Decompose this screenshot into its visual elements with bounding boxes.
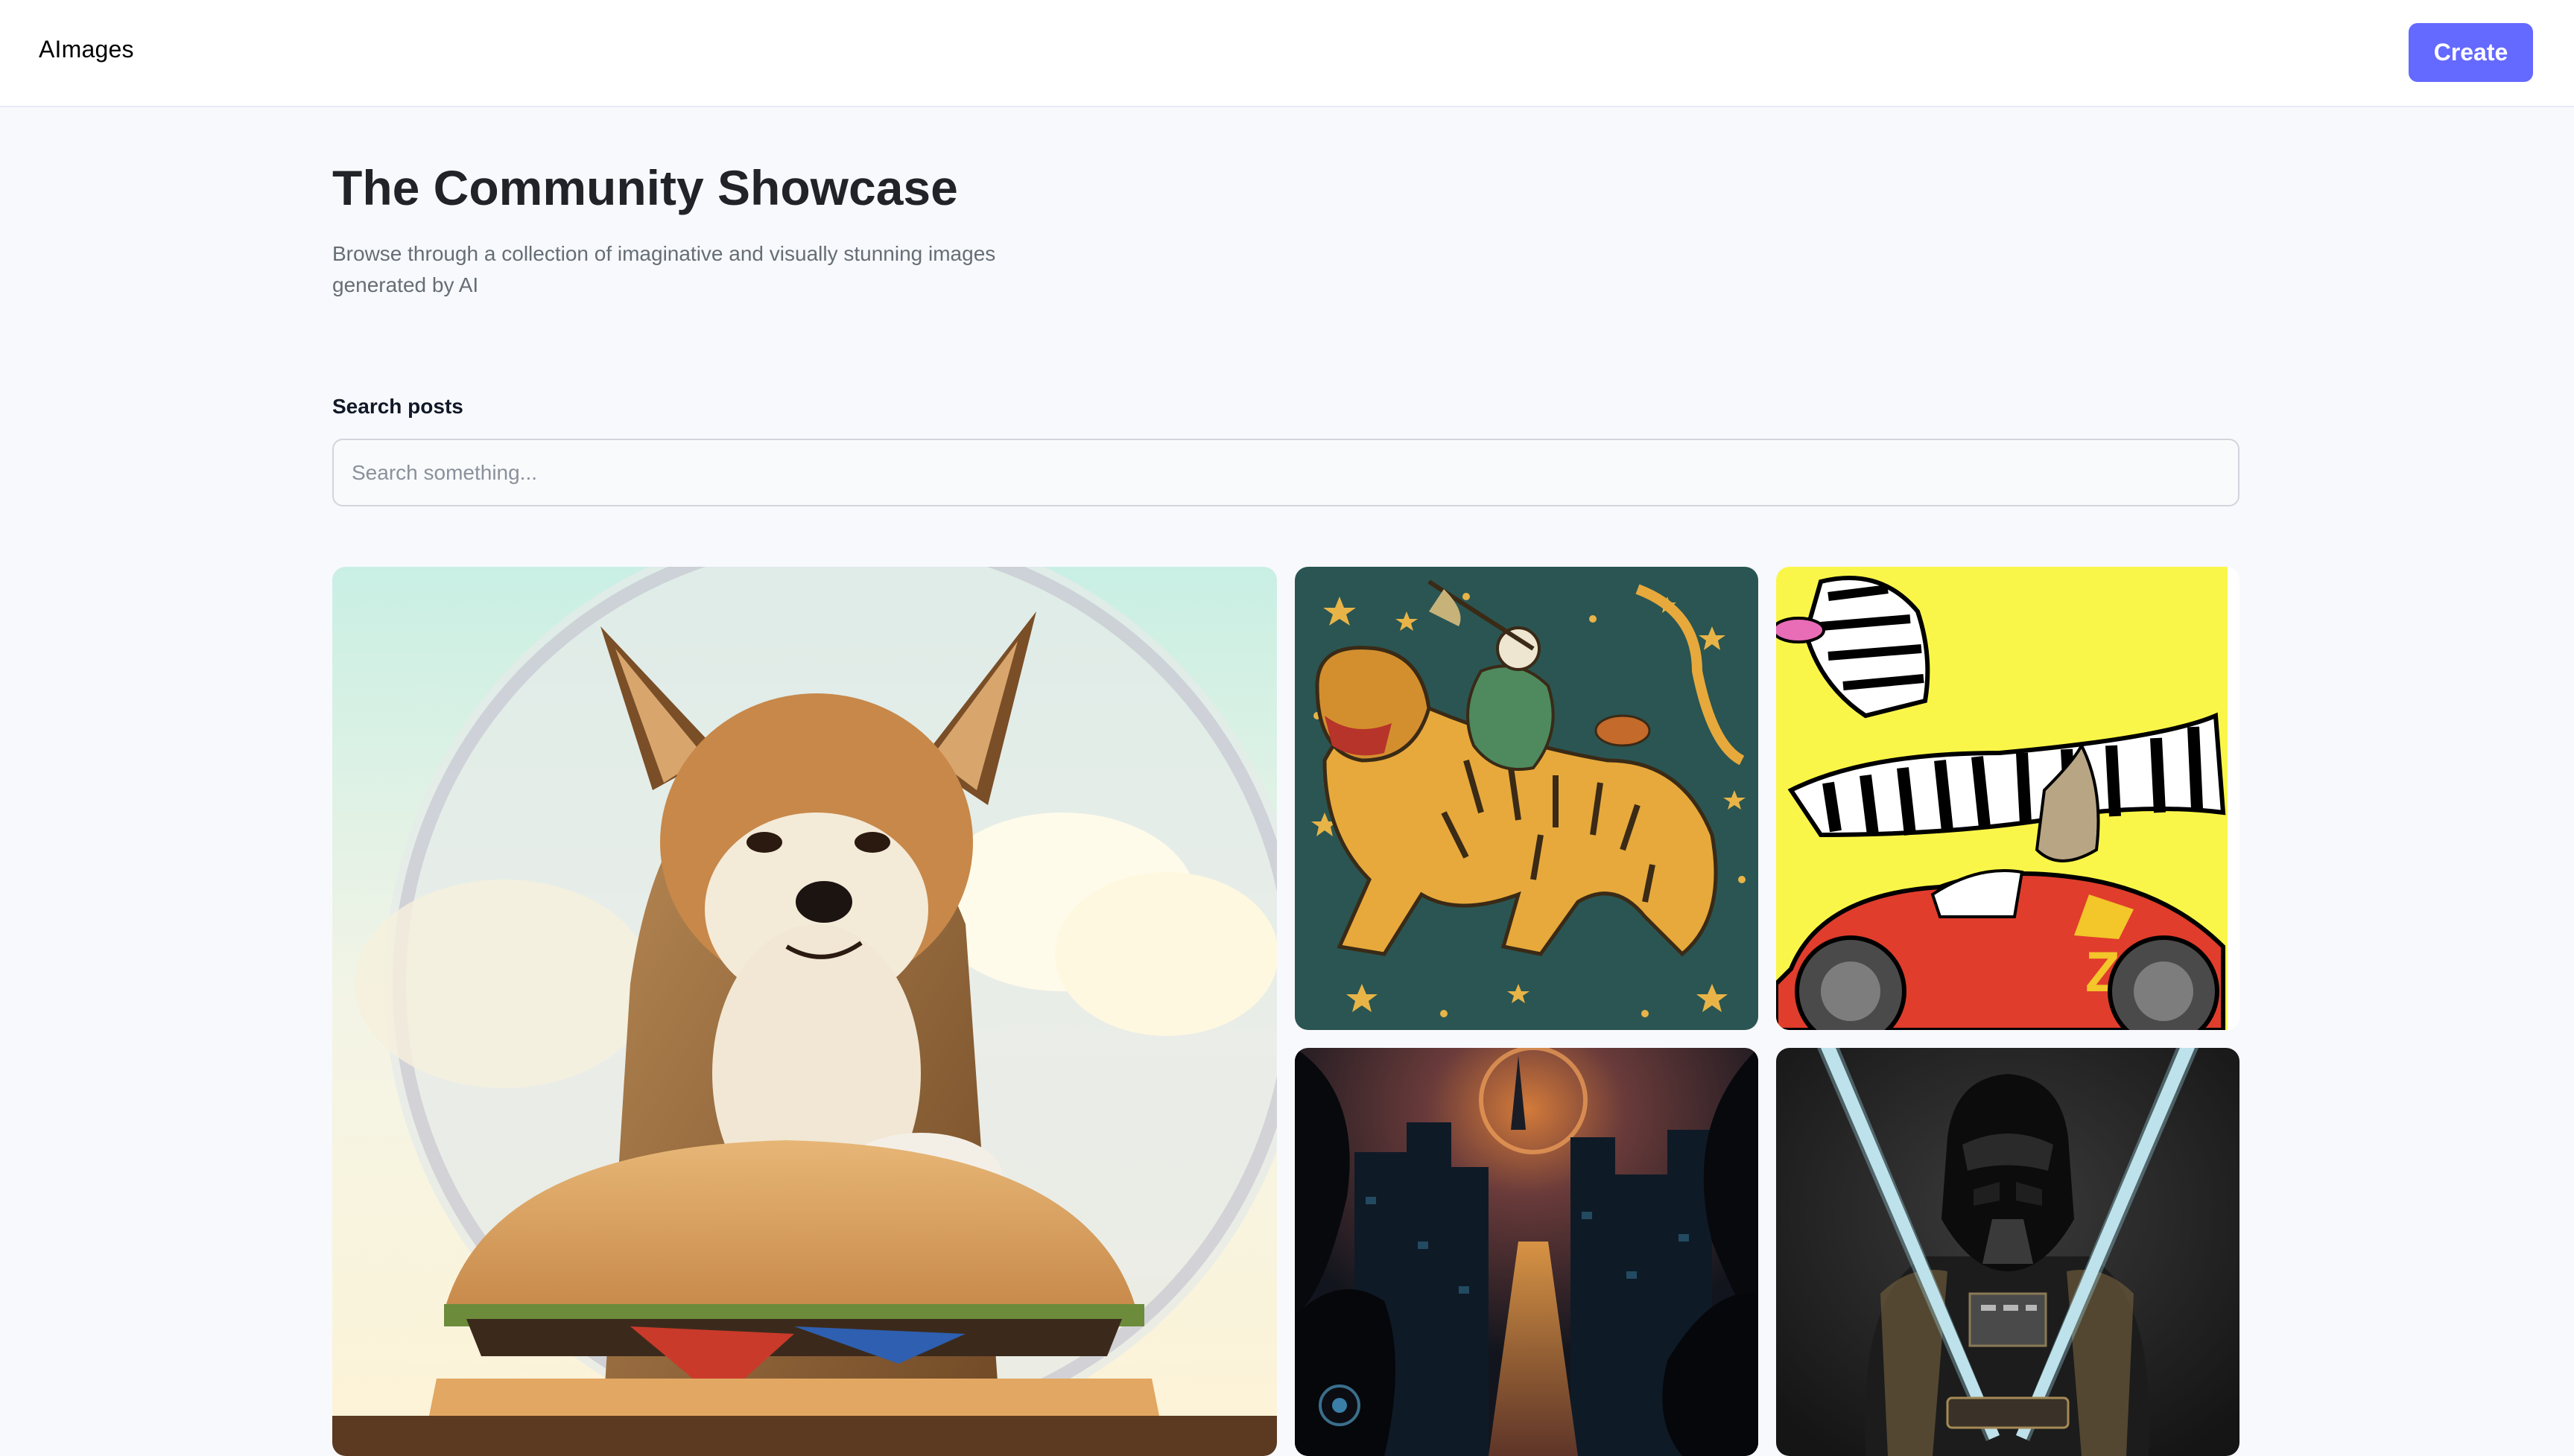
gallery-card-lion[interactable] xyxy=(1295,567,1758,1030)
top-navbar: AImages Create xyxy=(0,0,2574,107)
create-button[interactable]: Create xyxy=(2409,23,2533,82)
page-title: The Community Showcase xyxy=(332,160,958,215)
zebra-image: ZZ xyxy=(1776,567,2239,1030)
page-subtitle: Browse through a collection of imaginati… xyxy=(332,242,996,296)
gallery-card-zebra[interactable]: ZZ xyxy=(1776,567,2239,1030)
shiba-image xyxy=(332,567,1277,1456)
search-input[interactable] xyxy=(332,439,2239,506)
gallery-card-vader[interactable] xyxy=(1776,1048,2239,1456)
lion-image xyxy=(1295,567,1758,1030)
vader-image xyxy=(1776,1048,2239,1456)
search-label: Search posts xyxy=(332,395,463,418)
logo[interactable]: AImages xyxy=(39,36,134,63)
city-image xyxy=(1295,1048,1758,1456)
gallery-card-shiba[interactable] xyxy=(332,567,1277,1456)
gallery-card-city[interactable] xyxy=(1295,1048,1758,1456)
